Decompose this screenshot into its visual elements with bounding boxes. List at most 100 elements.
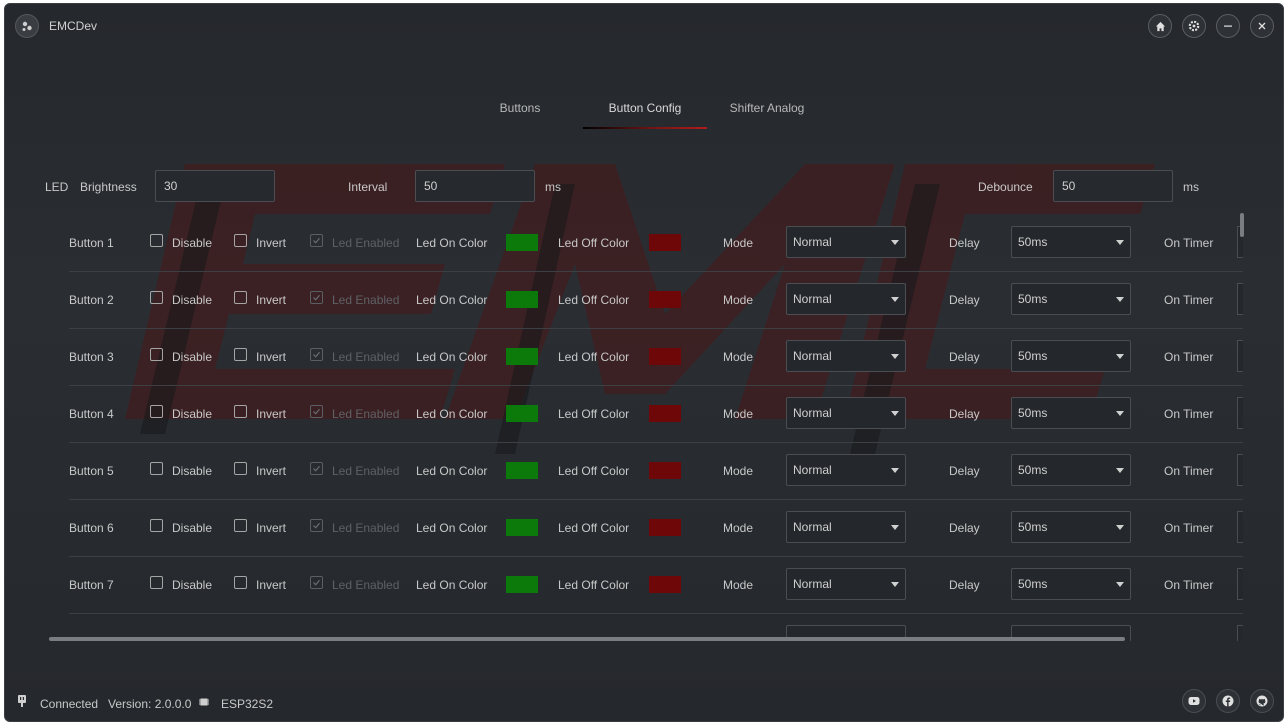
disable-checkbox[interactable] bbox=[150, 348, 163, 361]
led-enabled-checkbox[interactable] bbox=[310, 348, 323, 361]
interval-input[interactable] bbox=[415, 170, 535, 202]
mode-value: Normal bbox=[793, 520, 832, 534]
debounce-unit: ms bbox=[1183, 180, 1199, 194]
led-on-color-label: Led On Color bbox=[416, 521, 488, 535]
led-enabled-checkbox[interactable] bbox=[310, 234, 323, 247]
tab-button-config[interactable]: Button Config bbox=[583, 96, 707, 128]
led-enabled-checkbox[interactable] bbox=[310, 576, 323, 589]
led-on-color-swatch[interactable] bbox=[506, 462, 538, 479]
dropdown-arrow-icon bbox=[1116, 411, 1124, 416]
interval-label: Interval bbox=[348, 180, 388, 194]
invert-checkbox[interactable] bbox=[234, 348, 247, 361]
delay-select[interactable]: 50ms bbox=[1011, 226, 1131, 258]
status-bar: Connected Version: 2.0.0.0 ESP32S2 bbox=[5, 684, 1283, 720]
led-off-color-swatch[interactable] bbox=[649, 291, 681, 308]
on-timer-input[interactable] bbox=[1237, 511, 1243, 543]
led-enabled-checkbox[interactable] bbox=[310, 405, 323, 418]
dropdown-arrow-icon bbox=[1116, 240, 1124, 245]
app-title: EMCDev bbox=[49, 19, 98, 33]
facebook-link-button[interactable] bbox=[1216, 689, 1240, 713]
horizontal-scrollbar[interactable] bbox=[49, 637, 1125, 641]
home-button[interactable] bbox=[1148, 14, 1172, 38]
checkmark-icon bbox=[313, 465, 320, 472]
mode-select[interactable]: Normal bbox=[786, 511, 906, 543]
button-config-list[interactable]: Button 1 Disable Invert Led Enabled Led On C… bbox=[49, 215, 1243, 641]
led-on-color-swatch[interactable] bbox=[506, 576, 538, 593]
mode-select[interactable]: Normal bbox=[786, 454, 906, 486]
brightness-input[interactable] bbox=[155, 170, 275, 202]
invert-checkbox[interactable] bbox=[234, 234, 247, 247]
mode-select[interactable]: Normal bbox=[786, 568, 906, 600]
mode-select[interactable]: Normal bbox=[786, 226, 906, 258]
on-timer-label: On Timer bbox=[1164, 521, 1214, 535]
invert-checkbox[interactable] bbox=[234, 291, 247, 304]
disable-checkbox[interactable] bbox=[150, 234, 163, 247]
on-timer-label: On Timer bbox=[1164, 464, 1214, 478]
delay-select[interactable]: 50ms bbox=[1011, 511, 1131, 543]
delay-select[interactable]: 50ms bbox=[1011, 568, 1131, 600]
led-off-color-label: Led Off Color bbox=[558, 464, 630, 478]
title-bar: EMCDev bbox=[5, 4, 1283, 48]
mode-select[interactable]: Normal bbox=[786, 283, 906, 315]
tab-buttons[interactable]: Buttons bbox=[475, 96, 565, 128]
close-button[interactable] bbox=[1250, 14, 1274, 38]
on-timer-input[interactable] bbox=[1237, 340, 1243, 372]
invert-checkbox[interactable] bbox=[234, 462, 247, 475]
disable-checkbox[interactable] bbox=[150, 405, 163, 418]
invert-label: Invert bbox=[256, 464, 287, 478]
settings-button[interactable] bbox=[1182, 14, 1206, 38]
vertical-scrollbar[interactable] bbox=[1240, 213, 1244, 237]
led-off-color-swatch[interactable] bbox=[649, 234, 681, 251]
dropdown-arrow-icon bbox=[1116, 354, 1124, 359]
checkmark-icon bbox=[313, 351, 320, 358]
disable-checkbox[interactable] bbox=[150, 462, 163, 475]
delay-select[interactable]: 50ms bbox=[1011, 454, 1131, 486]
led-off-color-swatch[interactable] bbox=[649, 519, 681, 536]
led-on-color-swatch[interactable] bbox=[506, 234, 538, 251]
mode-select[interactable]: Normal bbox=[786, 397, 906, 429]
invert-checkbox[interactable] bbox=[234, 576, 247, 589]
led-on-color-swatch[interactable] bbox=[506, 291, 538, 308]
led-settings-row: LED Brightness Interval ms Debounce ms bbox=[45, 170, 1245, 202]
disable-label: Disable bbox=[172, 464, 213, 478]
delay-select[interactable]: 50ms bbox=[1011, 283, 1131, 315]
led-on-color-swatch[interactable] bbox=[506, 405, 538, 422]
led-enabled-label: Led Enabled bbox=[332, 464, 400, 478]
led-enabled-checkbox[interactable] bbox=[310, 519, 323, 532]
on-timer-input[interactable] bbox=[1237, 568, 1243, 600]
led-enabled-checkbox[interactable] bbox=[310, 291, 323, 304]
led-off-color-swatch[interactable] bbox=[649, 348, 681, 365]
checkmark-icon bbox=[313, 408, 320, 415]
tab-shifter-analog[interactable]: Shifter Analog bbox=[720, 96, 814, 128]
github-link-button[interactable] bbox=[1250, 689, 1274, 713]
delay-select[interactable]: 50ms bbox=[1011, 397, 1131, 429]
led-on-color-swatch[interactable] bbox=[506, 348, 538, 365]
led-off-color-swatch[interactable] bbox=[649, 462, 681, 479]
on-timer-input[interactable] bbox=[1237, 283, 1243, 315]
on-timer-input[interactable] bbox=[1237, 454, 1243, 486]
debounce-input[interactable] bbox=[1053, 170, 1173, 202]
invert-label: Invert bbox=[256, 293, 287, 307]
disable-checkbox[interactable] bbox=[150, 291, 163, 304]
invert-checkbox[interactable] bbox=[234, 405, 247, 418]
minimize-button[interactable] bbox=[1216, 14, 1240, 38]
led-enabled-label: Led Enabled bbox=[332, 578, 400, 592]
led-off-color-swatch[interactable] bbox=[649, 576, 681, 593]
led-enabled-label: Led Enabled bbox=[332, 350, 400, 364]
on-timer-input[interactable] bbox=[1237, 397, 1243, 429]
youtube-link-button[interactable] bbox=[1182, 689, 1206, 713]
dropdown-arrow-icon bbox=[891, 297, 899, 302]
led-off-color-swatch[interactable] bbox=[649, 405, 681, 422]
led-on-color-label: Led On Color bbox=[416, 350, 488, 364]
on-timer-input[interactable] bbox=[1237, 625, 1243, 641]
disable-checkbox[interactable] bbox=[150, 519, 163, 532]
disable-label: Disable bbox=[172, 293, 213, 307]
disable-label: Disable bbox=[172, 350, 213, 364]
mode-select[interactable]: Normal bbox=[786, 340, 906, 372]
invert-checkbox[interactable] bbox=[234, 519, 247, 532]
disable-checkbox[interactable] bbox=[150, 576, 163, 589]
delay-select[interactable]: 50ms bbox=[1011, 340, 1131, 372]
led-on-color-swatch[interactable] bbox=[506, 519, 538, 536]
led-enabled-checkbox[interactable] bbox=[310, 462, 323, 475]
led-off-color-label: Led Off Color bbox=[558, 407, 630, 421]
